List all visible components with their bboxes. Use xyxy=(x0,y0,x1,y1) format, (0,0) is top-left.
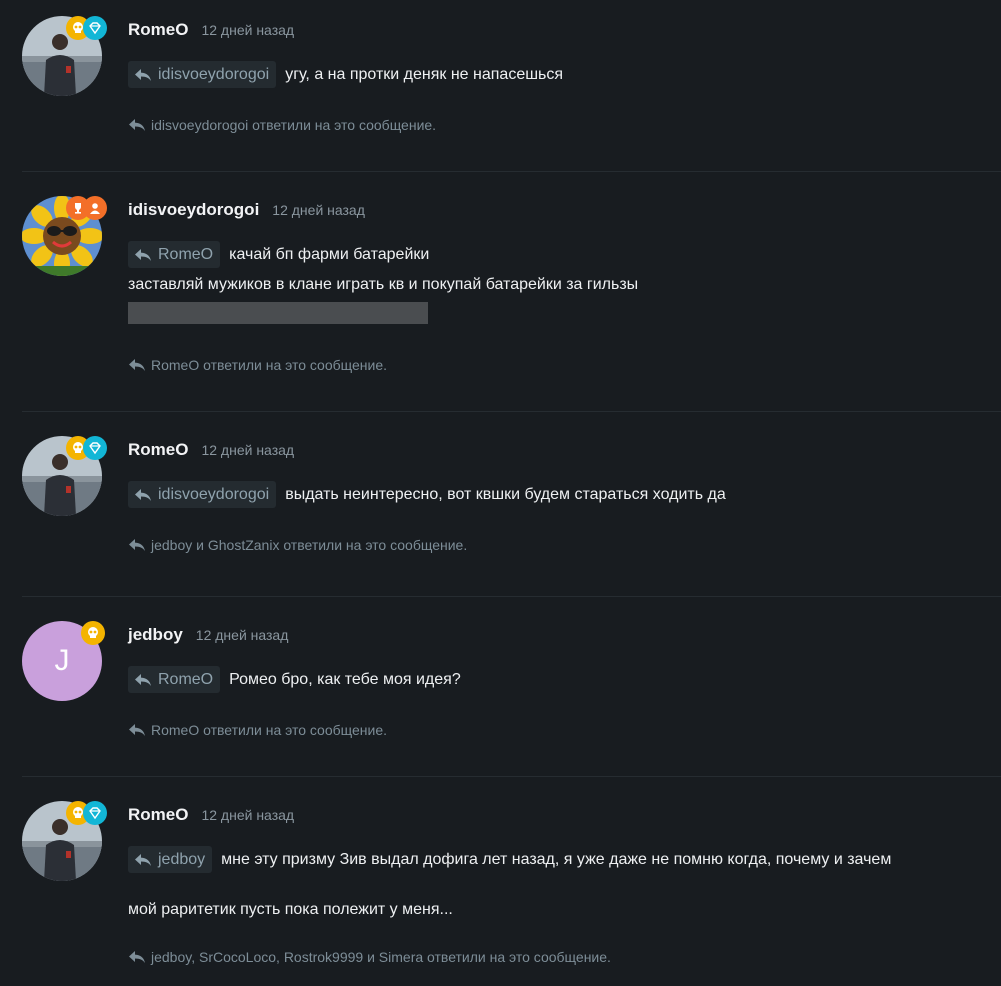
divider xyxy=(22,171,1001,172)
avatar-letter: J xyxy=(54,644,70,677)
reply-arrow-icon xyxy=(129,359,145,371)
reply-to-name: RomeO xyxy=(158,245,214,263)
reply-arrow-icon xyxy=(129,119,145,131)
message-text-line-2: мой раритетик пусть пока полежит у меня.… xyxy=(128,901,453,918)
replied-by[interactable]: jedboy, SrCocoLoco, Rostrok9999 и Simera… xyxy=(128,949,611,965)
divider xyxy=(22,596,1001,597)
reply-to-chip[interactable]: idisvoeydorogoi xyxy=(128,481,277,508)
diamond-badge-icon xyxy=(83,436,107,460)
diamond-badge-icon xyxy=(83,16,107,40)
reply-to-chip[interactable]: RomeO xyxy=(128,666,221,693)
timestamp: 12 дней назад xyxy=(201,442,295,458)
post-header: RomeO 12 дней назад xyxy=(128,805,294,825)
timestamp: 12 дней назад xyxy=(201,22,295,38)
username[interactable]: idisvoeydorogoi xyxy=(128,200,259,220)
message-body: idisvoeydorogoi угу, а на протки деняк н… xyxy=(128,61,563,88)
message-text: угу, а на протки деняк не напасешься xyxy=(285,65,564,83)
spoiler-block[interactable] xyxy=(128,302,428,324)
skull-badge-icon xyxy=(81,621,105,645)
reply-arrow-icon xyxy=(135,68,151,81)
message-text: выдать неинтересно, вот квшки будем стар… xyxy=(285,485,726,503)
divider xyxy=(22,411,1001,412)
reply-arrow-icon xyxy=(135,853,151,866)
replied-by[interactable]: jedboy и GhostZanix ответили на это сооб… xyxy=(128,537,467,553)
post-header: RomeO 12 дней назад xyxy=(128,20,294,40)
replied-by-text: jedboy и GhostZanix ответили на это сооб… xyxy=(151,537,468,553)
post-header: RomeO 12 дней назад xyxy=(128,440,294,460)
replied-by[interactable]: RomeO ответили на это сообщение. xyxy=(128,357,387,373)
replied-by-text: idisvoeydorogoi ответили на это сообщени… xyxy=(151,117,437,133)
post-header: jedboy 12 дней назад xyxy=(128,625,288,645)
timestamp: 12 дней назад xyxy=(201,807,295,823)
reply-to-chip[interactable]: RomeO xyxy=(128,241,221,268)
message-text: мне эту призму Зив выдал дофига лет наза… xyxy=(221,850,892,868)
message-body: RomeO качай бп фарми батарейки xyxy=(128,241,429,268)
username[interactable]: RomeO xyxy=(128,440,188,460)
message-body: jedboy мне эту призму Зив выдал дофига л… xyxy=(128,846,891,873)
replied-by[interactable]: RomeO ответили на это сообщение. xyxy=(128,722,387,738)
username[interactable]: jedboy xyxy=(128,625,183,645)
users-badge-icon xyxy=(83,196,107,220)
replied-by-text: jedboy, SrCocoLoco, Rostrok9999 и Simera… xyxy=(151,949,611,965)
message-body: idisvoeydorogoi выдать неинтересно, вот … xyxy=(128,481,726,508)
post-header: idisvoeydorogoi 12 дней назад xyxy=(128,200,365,220)
reply-to-name: jedboy xyxy=(158,850,206,868)
reply-arrow-icon xyxy=(129,951,145,963)
reply-arrow-icon xyxy=(135,488,151,501)
reply-arrow-icon xyxy=(129,724,145,736)
reply-arrow-icon xyxy=(129,539,145,551)
timestamp: 12 дней назад xyxy=(272,202,365,218)
message-text-line-2: заставляй мужиков в клане играть кв и по… xyxy=(128,276,639,293)
divider xyxy=(22,776,1001,777)
diamond-badge-icon xyxy=(83,801,107,825)
username[interactable]: RomeO xyxy=(128,805,188,825)
reply-arrow-icon xyxy=(135,248,151,261)
message-text: качай бп фарми батарейки xyxy=(229,245,430,263)
reply-to-name: idisvoeydorogoi xyxy=(158,65,270,83)
replied-by-text: RomeO ответили на это сообщение. xyxy=(151,722,388,738)
reply-arrow-icon xyxy=(135,673,151,686)
reply-to-name: RomeO xyxy=(158,670,214,688)
comment-feed: RomeO 12 дней назад idisvoeydorogoi угу,… xyxy=(0,0,1001,986)
reply-to-chip[interactable]: idisvoeydorogoi xyxy=(128,61,277,88)
reply-to-name: idisvoeydorogoi xyxy=(158,485,270,503)
message-text: Ромео бро, как тебе моя идея? xyxy=(229,670,461,688)
message-body: RomeO Ромео бро, как тебе моя идея? xyxy=(128,666,461,693)
replied-by[interactable]: idisvoeydorogoi ответили на это сообщени… xyxy=(128,117,436,133)
replied-by-text: RomeO ответили на это сообщение. xyxy=(151,357,388,373)
username[interactable]: RomeO xyxy=(128,20,188,40)
timestamp: 12 дней назад xyxy=(195,627,289,643)
reply-to-chip[interactable]: jedboy xyxy=(128,846,213,873)
